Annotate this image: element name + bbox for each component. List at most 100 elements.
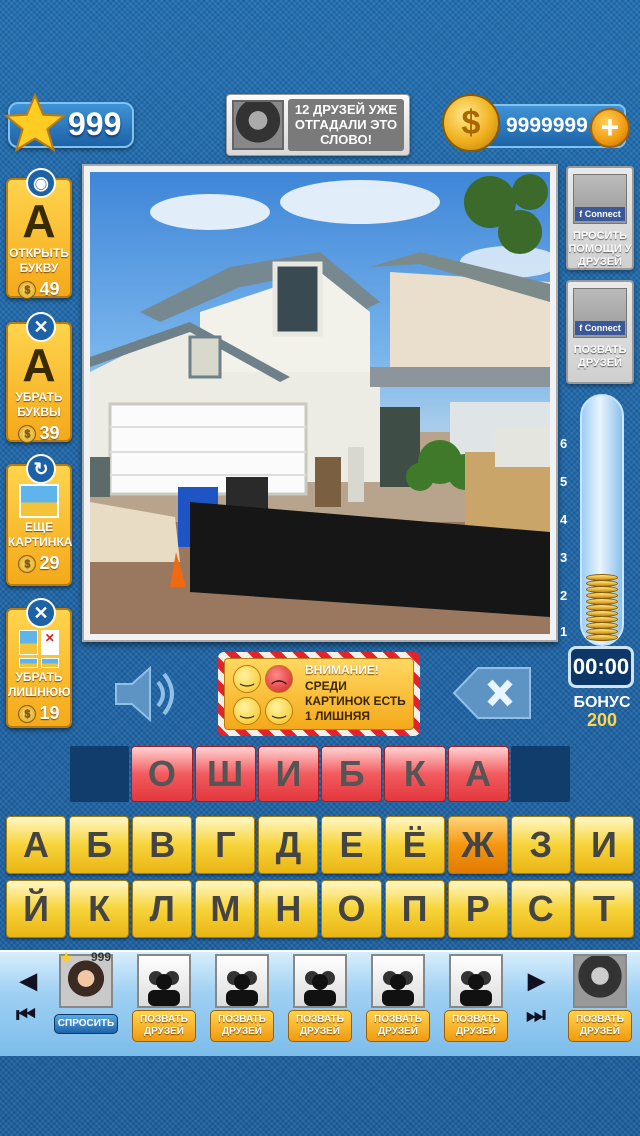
letter-key[interactable]: О bbox=[321, 880, 382, 938]
friend-slot[interactable]: ПОЗВАТЬ ДРУЗЕЙ bbox=[132, 954, 196, 1042]
letter-key[interactable]: М bbox=[195, 880, 256, 938]
hint-another-picture[interactable]: ↻ ЕЩЕ КАРТИНКА $29 bbox=[6, 454, 73, 586]
arrow-right-icon[interactable]: ▶ bbox=[528, 968, 545, 994]
sad-face-icon: ︵ bbox=[265, 665, 293, 693]
warning-text: СРЕДИ КАРТИНОК ЕСТЬ 1 ЛИШНЯЯ bbox=[305, 679, 406, 723]
letter-key[interactable]: Д bbox=[258, 816, 319, 874]
first-page-icon[interactable]: ⏮ bbox=[16, 1002, 36, 1028]
hint-cost: 19 bbox=[39, 703, 60, 723]
scale-label: 4 bbox=[560, 512, 568, 527]
letter-key[interactable]: В bbox=[132, 816, 193, 874]
sound-toggle-button[interactable] bbox=[112, 664, 182, 724]
timer: 00:00 bbox=[568, 646, 634, 688]
puzzle-photo[interactable] bbox=[90, 172, 550, 634]
friend-slot[interactable]: ПОЗВАТЬ ДРУЗЕЙ bbox=[366, 954, 430, 1042]
coin-icon: $ bbox=[442, 94, 500, 152]
invite-friends-button[interactable]: ПОЗВАТЬ ДРУЗЕЙ bbox=[568, 1010, 632, 1042]
scale-label: 1 bbox=[560, 624, 568, 639]
letter-key[interactable]: Н bbox=[258, 880, 319, 938]
hint-letter-glyph: A bbox=[22, 339, 56, 391]
my-stars: 999 bbox=[90, 950, 111, 964]
friend-slot[interactable]: ПОЗВАТЬ ДРУЗЕЙ bbox=[288, 954, 352, 1042]
letter-key[interactable]: И bbox=[573, 816, 634, 874]
scale-label: 5 bbox=[560, 474, 568, 489]
letter-key[interactable]: Й bbox=[6, 880, 67, 938]
ask-button[interactable]: СПРОСИТЬ bbox=[54, 1014, 118, 1034]
hint-remove-letters[interactable]: ✕ A УБРАТЬ БУКВЫ $39 bbox=[6, 312, 72, 443]
stars-count: 999 bbox=[68, 106, 122, 142]
facebook-connect-icon: f Connect bbox=[573, 174, 627, 224]
answer-letter[interactable]: К bbox=[384, 746, 446, 802]
letter-key[interactable]: П bbox=[384, 880, 445, 938]
hint-label: УБРАТЬ БУКВЫ bbox=[15, 390, 63, 419]
keyboard-row-2: Й К Л М Н О П Р С Т bbox=[6, 880, 634, 938]
star-icon: ★ bbox=[59, 950, 74, 967]
invite-friends-button[interactable]: f Connect ПОЗВАТЬ ДРУЗЕЙ bbox=[566, 280, 634, 384]
close-icon: ✕ bbox=[26, 312, 56, 342]
invite-friends-button[interactable]: ПОЗВАТЬ ДРУЗЕЙ bbox=[132, 1010, 196, 1042]
coin-icon: $ bbox=[18, 704, 37, 723]
friends-silhouette-icon bbox=[137, 954, 191, 1008]
answer-letter[interactable]: Ш bbox=[194, 746, 256, 802]
refresh-icon: ↻ bbox=[26, 454, 56, 484]
answer-slot-empty bbox=[510, 746, 570, 802]
scale-label: 2 bbox=[560, 588, 568, 603]
letter-key[interactable]: С bbox=[510, 880, 571, 938]
invite-friends-button[interactable]: ПОЗВАТЬ ДРУЗЕЙ bbox=[444, 1010, 508, 1042]
friends-silhouette-icon bbox=[371, 954, 425, 1008]
hint-label: УБРАТЬ ЛИШНЮЮ bbox=[8, 670, 71, 699]
invite-friends-label: ПОЗВАТЬ ДРУЗЕЙ bbox=[573, 344, 627, 369]
hint-cost: 29 bbox=[39, 553, 60, 573]
answer-letter[interactable]: О bbox=[131, 746, 193, 802]
friend-avatar bbox=[232, 100, 284, 150]
letter-key[interactable]: Ё bbox=[384, 816, 445, 874]
warning-title: ВНИМАНИЕ! bbox=[305, 663, 379, 677]
friend-slot[interactable]: ПОЗВАТЬ ДРУЗЕЙ bbox=[210, 954, 274, 1042]
answer-row: О Ш И Б К А bbox=[70, 746, 570, 802]
answer-letter[interactable]: И bbox=[257, 746, 319, 802]
coin-icon: $ bbox=[18, 554, 37, 573]
letter-key[interactable]: Е bbox=[321, 816, 382, 874]
coins-count: 9999999 bbox=[506, 114, 588, 137]
letter-key[interactable]: К bbox=[69, 880, 130, 938]
hint-open-letter[interactable]: ◉ A ОТКРЫТЬ БУКВУ $49 bbox=[6, 168, 72, 299]
friend-slot[interactable]: ПОЗВАТЬ ДРУЗЕЙ bbox=[568, 954, 632, 1042]
ask-friends-button[interactable]: f Connect ПРОСИТЬ ПОМОЩИ У ДРУЗЕЙ bbox=[566, 166, 634, 270]
letter-key[interactable]: Л bbox=[132, 880, 193, 938]
letter-key[interactable]: З bbox=[510, 816, 571, 874]
hint-remove-extra[interactable]: ✕ ✕ УБРАТЬ ЛИШНЮЮ $19 bbox=[6, 598, 72, 728]
house-image bbox=[90, 174, 550, 634]
answer-letter[interactable]: Б bbox=[321, 746, 383, 802]
grid-pictures-icon: ✕ bbox=[19, 630, 59, 668]
close-icon: ✕ bbox=[26, 598, 56, 628]
buy-coins-button[interactable]: + bbox=[590, 108, 630, 148]
coin-icon: $ bbox=[18, 424, 37, 443]
smile-icon: ‿ bbox=[265, 697, 293, 725]
invite-friends-button[interactable]: ПОЗВАТЬ ДРУЗЕЙ bbox=[288, 1010, 352, 1042]
my-profile[interactable]: ★ 999 СПРОСИТЬ bbox=[54, 950, 118, 1034]
invite-friends-button[interactable]: ПОЗВАТЬ ДРУЗЕЙ bbox=[210, 1010, 274, 1042]
answer-letter[interactable]: А bbox=[447, 746, 509, 802]
hint-label: ЕЩЕ КАРТИНКА bbox=[8, 520, 73, 549]
friend-avatar bbox=[573, 954, 627, 1008]
letter-key-highlighted[interactable]: Ж bbox=[447, 816, 508, 874]
letter-key[interactable]: Р bbox=[447, 880, 508, 938]
letter-key[interactable]: Г bbox=[195, 816, 256, 874]
invite-friends-button[interactable]: ПОЗВАТЬ ДРУЗЕЙ bbox=[366, 1010, 430, 1042]
keyboard-row-1: А Б В Г Д Е Ё Ж З И bbox=[6, 816, 634, 874]
friend-slot[interactable]: ПОЗВАТЬ ДРУЗЕЙ bbox=[444, 954, 508, 1042]
backspace-icon bbox=[452, 667, 531, 719]
friends-silhouette-icon bbox=[293, 954, 347, 1008]
bonus-value: 200 bbox=[586, 710, 618, 730]
star-icon bbox=[4, 92, 66, 153]
eye-icon: ◉ bbox=[26, 168, 56, 198]
letter-key[interactable]: Б bbox=[69, 816, 130, 874]
last-page-icon[interactable]: ⏭ bbox=[526, 1002, 546, 1028]
letter-key[interactable]: А bbox=[6, 816, 67, 874]
arrow-left-icon[interactable]: ◀ bbox=[20, 968, 37, 994]
friends-silhouette-icon bbox=[449, 954, 503, 1008]
friends-guessed-text: 12 ДРУЗЕЙ УЖЕ ОТГАДАЛИ ЭТО СЛОВО! bbox=[288, 99, 404, 151]
scale-label: 6 bbox=[560, 436, 568, 451]
backspace-button[interactable] bbox=[452, 666, 532, 720]
letter-key[interactable]: Т bbox=[573, 880, 634, 938]
